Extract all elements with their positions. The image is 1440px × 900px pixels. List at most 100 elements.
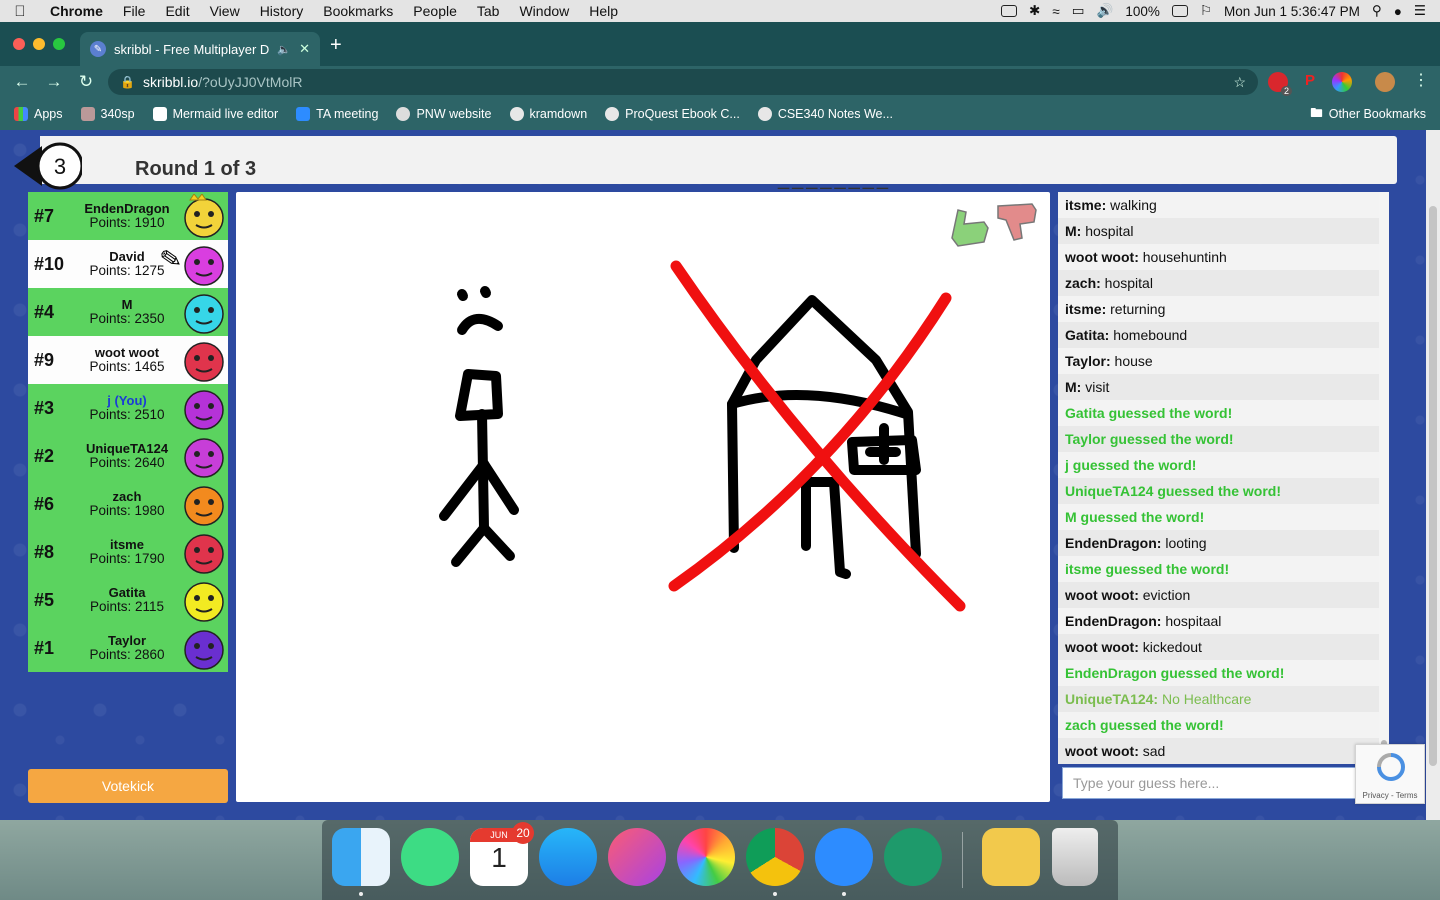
menu-edit[interactable]: Edit — [155, 3, 199, 19]
bookmark-340sp[interactable]: 340sp — [80, 107, 135, 121]
airplay-icon[interactable]: ▭ — [1072, 3, 1085, 19]
recaptcha-privacy-terms[interactable]: Privacy - Terms — [1356, 791, 1424, 800]
siri-icon[interactable]: ● — [1394, 4, 1402, 19]
menu-tab[interactable]: Tab — [467, 3, 510, 19]
address-bar[interactable]: 🔒 skribbl.io/?oUyJJ0VtMolR ☆ — [108, 69, 1258, 95]
chat-author: M: — [1065, 223, 1082, 239]
browser-tab-active[interactable]: ✎ skribbl - Free Multiplayer D 🔈 ✕ — [80, 32, 320, 66]
player-row[interactable]: #8 itsme Points: 1790 — [28, 528, 228, 576]
player-row[interactable]: #3 j (You) Points: 2510 — [28, 384, 228, 432]
spotlight-search-icon[interactable]: ⚲ — [1372, 3, 1382, 19]
extension-color-icon[interactable] — [1332, 72, 1352, 92]
page-scrollbar[interactable] — [1426, 130, 1440, 820]
player-row[interactable]: #6 zach Points: 1980 — [28, 480, 228, 528]
forward-arrow-icon[interactable]: → — [38, 72, 70, 92]
close-window-button[interactable] — [13, 38, 25, 50]
bookmark-cse340[interactable]: CSE340 Notes We... — [757, 107, 893, 121]
chat-message: woot woot: sad — [1058, 738, 1388, 764]
lock-icon[interactable]: 🔒 — [120, 75, 135, 89]
minimize-window-button[interactable] — [33, 38, 45, 50]
apple-icon[interactable]:  — [0, 3, 40, 20]
bookmark-mermaid[interactable]: Mermaid live editor — [152, 107, 279, 121]
bookmark-apps[interactable]: Apps — [14, 107, 63, 121]
chat-author: UniqueTA124: — [1065, 691, 1159, 707]
trash-icon[interactable] — [1052, 828, 1098, 886]
other-bookmarks[interactable]: 🖿 Other Bookmarks — [1310, 104, 1440, 125]
menu-view[interactable]: View — [200, 3, 250, 19]
player-row[interactable]: #4 M Points: 2350 — [28, 288, 228, 336]
thumbs-down-icon[interactable] — [997, 203, 1037, 241]
extension-p-icon[interactable]: P — [1300, 72, 1320, 92]
new-tab-button[interactable]: + — [330, 34, 342, 57]
chat-text: No Healthcare — [1158, 691, 1252, 707]
player-row[interactable]: #9 woot woot Points: 1465 — [28, 336, 228, 384]
page-scroll-thumb[interactable] — [1429, 206, 1437, 766]
bluetooth-icon[interactable]: ✱ — [1029, 3, 1040, 19]
music-icon[interactable] — [608, 828, 666, 886]
notification-center-icon[interactable]: ☰ — [1414, 3, 1426, 19]
wifi-icon[interactable]: ≈ — [1052, 4, 1059, 19]
android-studio-icon[interactable] — [401, 828, 459, 886]
menubar-clock[interactable]: Mon Jun 1 5:36:47 PM — [1224, 4, 1360, 19]
player-name: Taylor — [107, 633, 147, 648]
guess-input[interactable] — [1062, 767, 1362, 799]
reload-icon[interactable]: ↻ — [70, 72, 102, 92]
bookmark-label: Mermaid live editor — [172, 107, 279, 121]
player-info: EndenDragon Points: 1910 — [72, 202, 182, 230]
player-avatar-icon — [184, 342, 224, 382]
tab-close-icon[interactable]: ✕ — [299, 41, 310, 57]
mail-at-icon[interactable] — [884, 828, 942, 886]
player-row[interactable]: #7 EndenDragon Points: 1910 — [28, 192, 228, 240]
back-arrow-icon[interactable]: ← — [6, 72, 38, 92]
player-row[interactable]: #1 Taylor Points: 2860 — [28, 624, 228, 672]
maximize-window-button[interactable] — [53, 38, 65, 50]
bookmark-label: Apps — [34, 107, 63, 121]
bookmark-proquest[interactable]: ProQuest Ebook C... — [605, 107, 740, 121]
menu-help[interactable]: Help — [579, 3, 628, 19]
recaptcha-badge[interactable]: Privacy - Terms — [1355, 744, 1425, 804]
bookmark-ta-meeting[interactable]: TA meeting — [296, 107, 378, 121]
calendar-icon[interactable]: JUN 1 20 — [470, 822, 534, 886]
player-row[interactable]: #2 UniqueTA124 Points: 2640 — [28, 432, 228, 480]
drawing-canvas[interactable] — [236, 192, 1050, 802]
menu-history[interactable]: History — [250, 3, 314, 19]
chat-message: itsme: walking — [1058, 192, 1388, 218]
profile-avatar[interactable] — [1375, 72, 1395, 92]
flag-icon[interactable]: ⚐ — [1200, 3, 1212, 19]
app-store-icon[interactable] — [539, 828, 597, 886]
tab-audio-icon[interactable]: 🔈 — [277, 43, 291, 56]
chat-text: Gatita guessed the word! — [1065, 405, 1233, 421]
pencil-icon: ✎ — [157, 242, 185, 276]
menu-file[interactable]: File — [113, 3, 156, 19]
zoom-icon[interactable] — [815, 828, 873, 896]
tab-title: skribbl - Free Multiplayer D — [114, 41, 270, 57]
votekick-button[interactable]: Votekick — [28, 769, 228, 803]
thumbs-up-icon[interactable] — [951, 209, 989, 247]
volume-icon[interactable]: 🔊 — [1097, 3, 1114, 19]
bookmark-star-icon[interactable]: ☆ — [1233, 74, 1246, 91]
photos-icon[interactable] — [677, 828, 735, 886]
chat-message: woot woot: kickedout — [1058, 634, 1388, 660]
battery-icon[interactable] — [1171, 5, 1188, 17]
android-studio-window-icon[interactable] — [982, 828, 1040, 886]
menu-bookmarks[interactable]: Bookmarks — [313, 3, 403, 19]
chrome-icon[interactable] — [746, 828, 804, 896]
menu-people[interactable]: People — [403, 3, 467, 19]
player-row[interactable]: #5 Gatita Points: 2115 — [28, 576, 228, 624]
player-name: woot woot — [94, 345, 160, 360]
menu-window[interactable]: Window — [509, 3, 579, 19]
extension-shield-icon[interactable]: 2 — [1268, 72, 1292, 96]
player-avatar-icon — [184, 534, 224, 574]
drawing-svg — [439, 203, 1037, 612]
finder-icon[interactable] — [332, 828, 390, 896]
player-row[interactable]: #10 David Points: 1275 ✎ — [28, 240, 228, 288]
player-info: Gatita Points: 2115 — [72, 586, 182, 614]
bookmark-pnw[interactable]: PNW website — [396, 107, 492, 121]
menu-app-name[interactable]: Chrome — [40, 3, 113, 19]
bookmark-kramdown[interactable]: kramdown — [509, 107, 587, 121]
player-rank: #3 — [34, 397, 55, 418]
drawing-stick-figure — [439, 369, 519, 567]
chrome-menu-icon[interactable]: ⋮ — [1413, 70, 1429, 90]
chat-scrollbar[interactable] — [1379, 192, 1389, 764]
zoom-status-icon[interactable] — [1001, 5, 1018, 17]
